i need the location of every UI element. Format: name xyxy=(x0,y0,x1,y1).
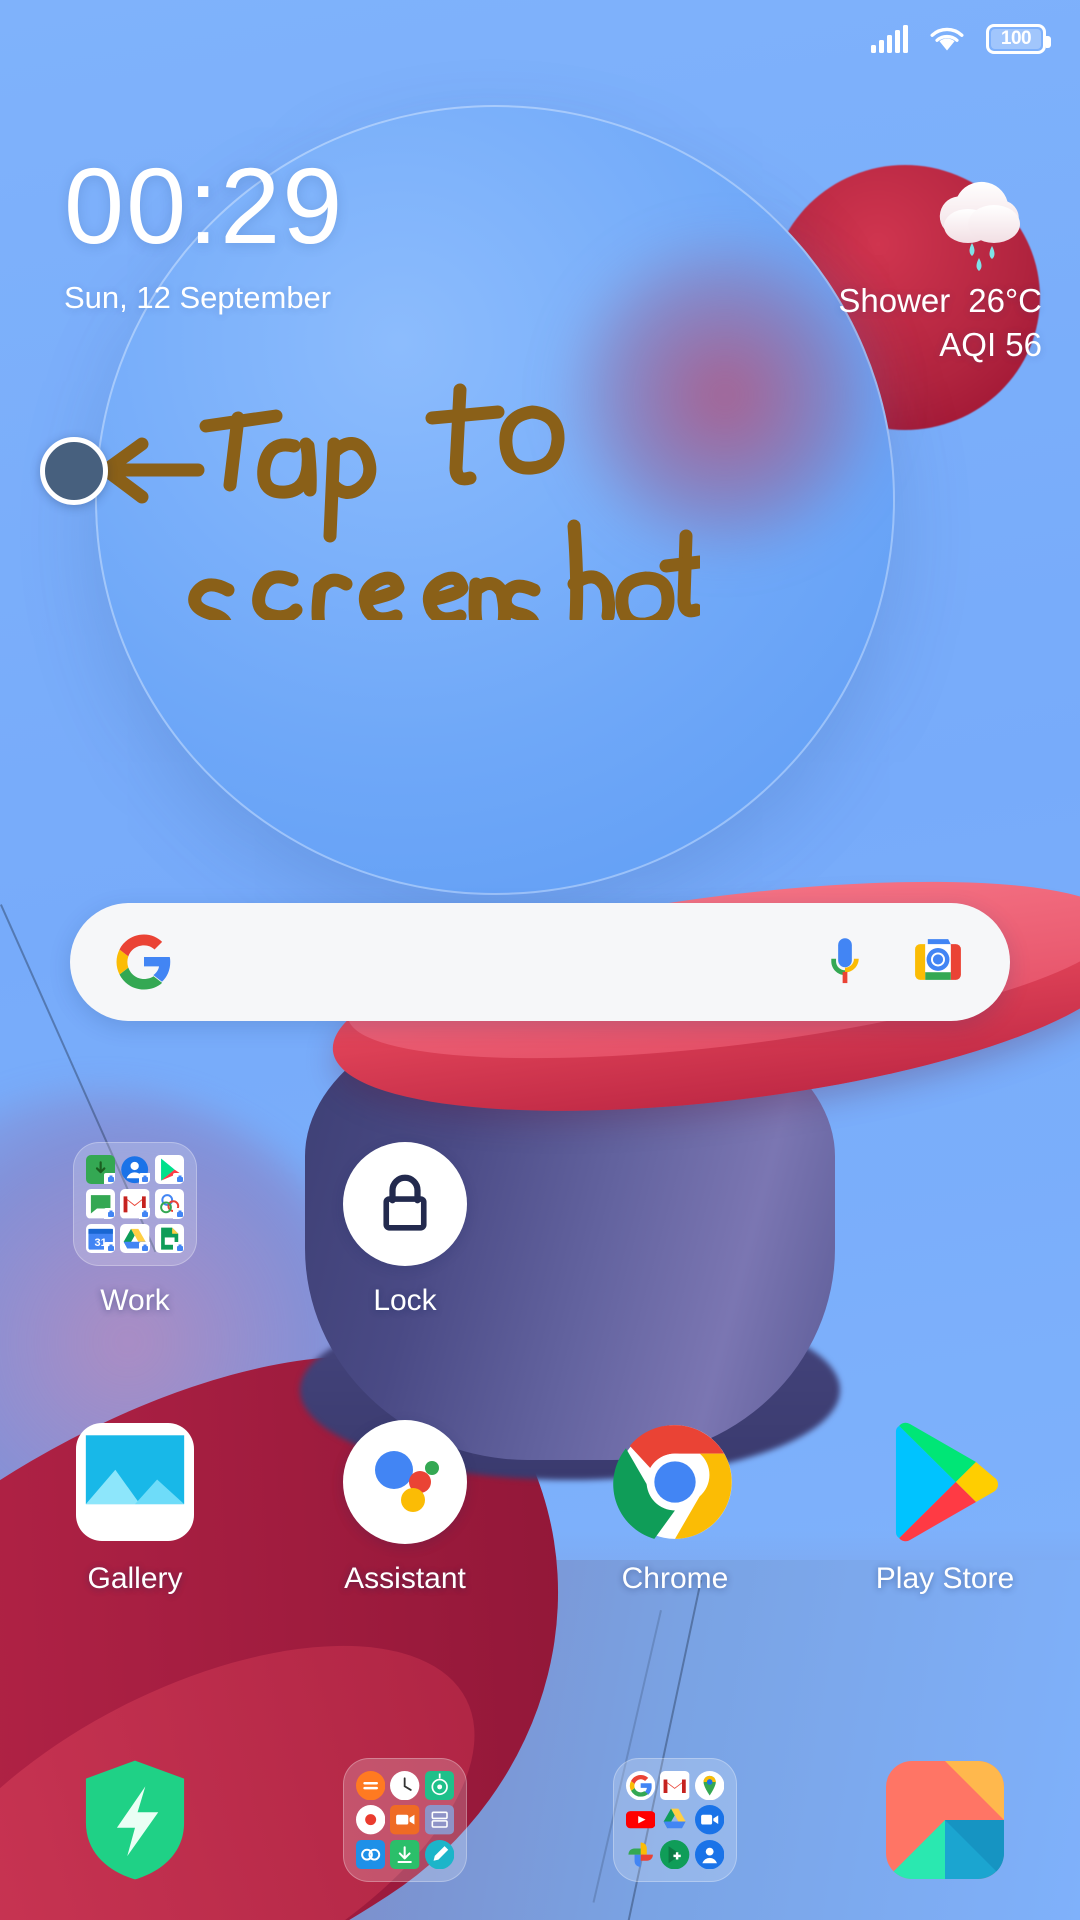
google-lens-camera-icon[interactable] xyxy=(910,934,966,990)
weather-condition-temp-row: Shower 26°C xyxy=(838,282,1042,320)
weather-condition: Shower xyxy=(838,282,951,319)
app-label: Lock xyxy=(373,1284,437,1317)
home-empty-slot-2 xyxy=(810,1142,1080,1318)
lock-icon[interactable] xyxy=(343,1142,467,1266)
app-label: Chrome xyxy=(621,1562,729,1595)
notes-icon xyxy=(424,1805,454,1835)
clock-widget[interactable]: 00:29 Sun, 12 September xyxy=(64,152,344,316)
clock-date: Sun, 12 September xyxy=(64,280,332,315)
google-g-icon xyxy=(114,932,174,992)
microphone-icon[interactable] xyxy=(822,933,868,991)
gmail-icon xyxy=(660,1771,690,1801)
search-input[interactable] xyxy=(174,903,822,1021)
slides-work-icon xyxy=(154,1223,184,1253)
dock-item-security[interactable] xyxy=(0,1758,270,1882)
chrome-icon[interactable] xyxy=(613,1420,737,1544)
gmail-work-icon xyxy=(120,1189,150,1219)
home-empty-slot-1 xyxy=(540,1142,810,1318)
wifi-icon xyxy=(928,25,966,53)
feedback-icon xyxy=(424,1839,454,1869)
signal-bars-icon xyxy=(871,25,908,53)
dock-folder-tools[interactable] xyxy=(270,1758,540,1882)
recorder-icon xyxy=(356,1805,386,1835)
home-app-row-2: Gallery Assistant Chrome Play Store xyxy=(0,1420,1080,1596)
play-games-icon xyxy=(660,1839,690,1869)
messages-work-icon xyxy=(86,1189,116,1219)
play-store-icon[interactable] xyxy=(883,1420,1007,1544)
folder-work[interactable]: 31 Work xyxy=(0,1142,270,1318)
calendar-work-icon: 31 xyxy=(86,1223,116,1253)
google-play-protect-work-icon xyxy=(86,1155,116,1185)
downloads-icon xyxy=(390,1839,420,1869)
battery-level-label: 100 xyxy=(1000,28,1032,49)
themes-icon[interactable] xyxy=(883,1758,1007,1882)
compass-icon xyxy=(424,1771,454,1801)
screen-recorder-icon xyxy=(390,1805,420,1835)
dock xyxy=(0,1758,1080,1882)
tools-folder-icon[interactable] xyxy=(343,1758,467,1882)
weather-temperature: 26°C xyxy=(968,282,1042,319)
google-folder-icon[interactable] xyxy=(613,1758,737,1882)
drive-icon xyxy=(660,1805,689,1834)
google-search-icon xyxy=(626,1771,656,1801)
work-folder-icon[interactable]: 31 xyxy=(73,1142,197,1266)
app-label: Work xyxy=(100,1284,170,1317)
play-store-work-icon xyxy=(154,1155,184,1185)
home-app-row-1: 31 Work Lock xyxy=(0,1142,1080,1318)
youtube-icon xyxy=(626,1805,656,1834)
app-label: Play Store xyxy=(875,1562,1015,1595)
google-assistant-icon[interactable] xyxy=(343,1420,467,1544)
app-play-store[interactable]: Play Store xyxy=(810,1420,1080,1596)
app-lock[interactable]: Lock xyxy=(270,1142,540,1318)
photos-icon xyxy=(626,1840,655,1869)
calculator-icon xyxy=(356,1771,386,1801)
settings-work-icon xyxy=(154,1189,184,1219)
meet-icon xyxy=(694,1805,724,1835)
app-assistant[interactable]: Assistant xyxy=(270,1420,540,1596)
rain-shower-cloud-icon xyxy=(838,170,1042,274)
clock-time: 00:29 xyxy=(64,145,345,266)
app-label: Gallery xyxy=(87,1562,183,1595)
status-bar: 100 xyxy=(0,0,1080,78)
security-shield-icon[interactable] xyxy=(73,1758,197,1882)
dock-folder-google[interactable] xyxy=(540,1758,810,1882)
maps-icon xyxy=(694,1771,724,1801)
dock-item-themes[interactable] xyxy=(810,1758,1080,1882)
screenshot-floating-button[interactable] xyxy=(40,437,108,505)
gallery-icon[interactable] xyxy=(73,1420,197,1544)
app-chrome[interactable]: Chrome xyxy=(540,1420,810,1596)
mi-mover-icon xyxy=(356,1839,386,1869)
weather-widget[interactable]: Shower 26°C AQI 56 xyxy=(838,170,1042,364)
google-search-bar[interactable] xyxy=(70,903,1010,1021)
app-gallery[interactable]: Gallery xyxy=(0,1420,270,1596)
drive-work-icon xyxy=(120,1223,150,1253)
weather-aqi: AQI 56 xyxy=(939,326,1042,363)
contacts-icon xyxy=(694,1839,724,1869)
battery-icon: 100 xyxy=(986,24,1051,54)
contacts-work-icon xyxy=(120,1155,150,1185)
app-label: Assistant xyxy=(344,1562,466,1595)
clock-icon xyxy=(390,1771,420,1801)
